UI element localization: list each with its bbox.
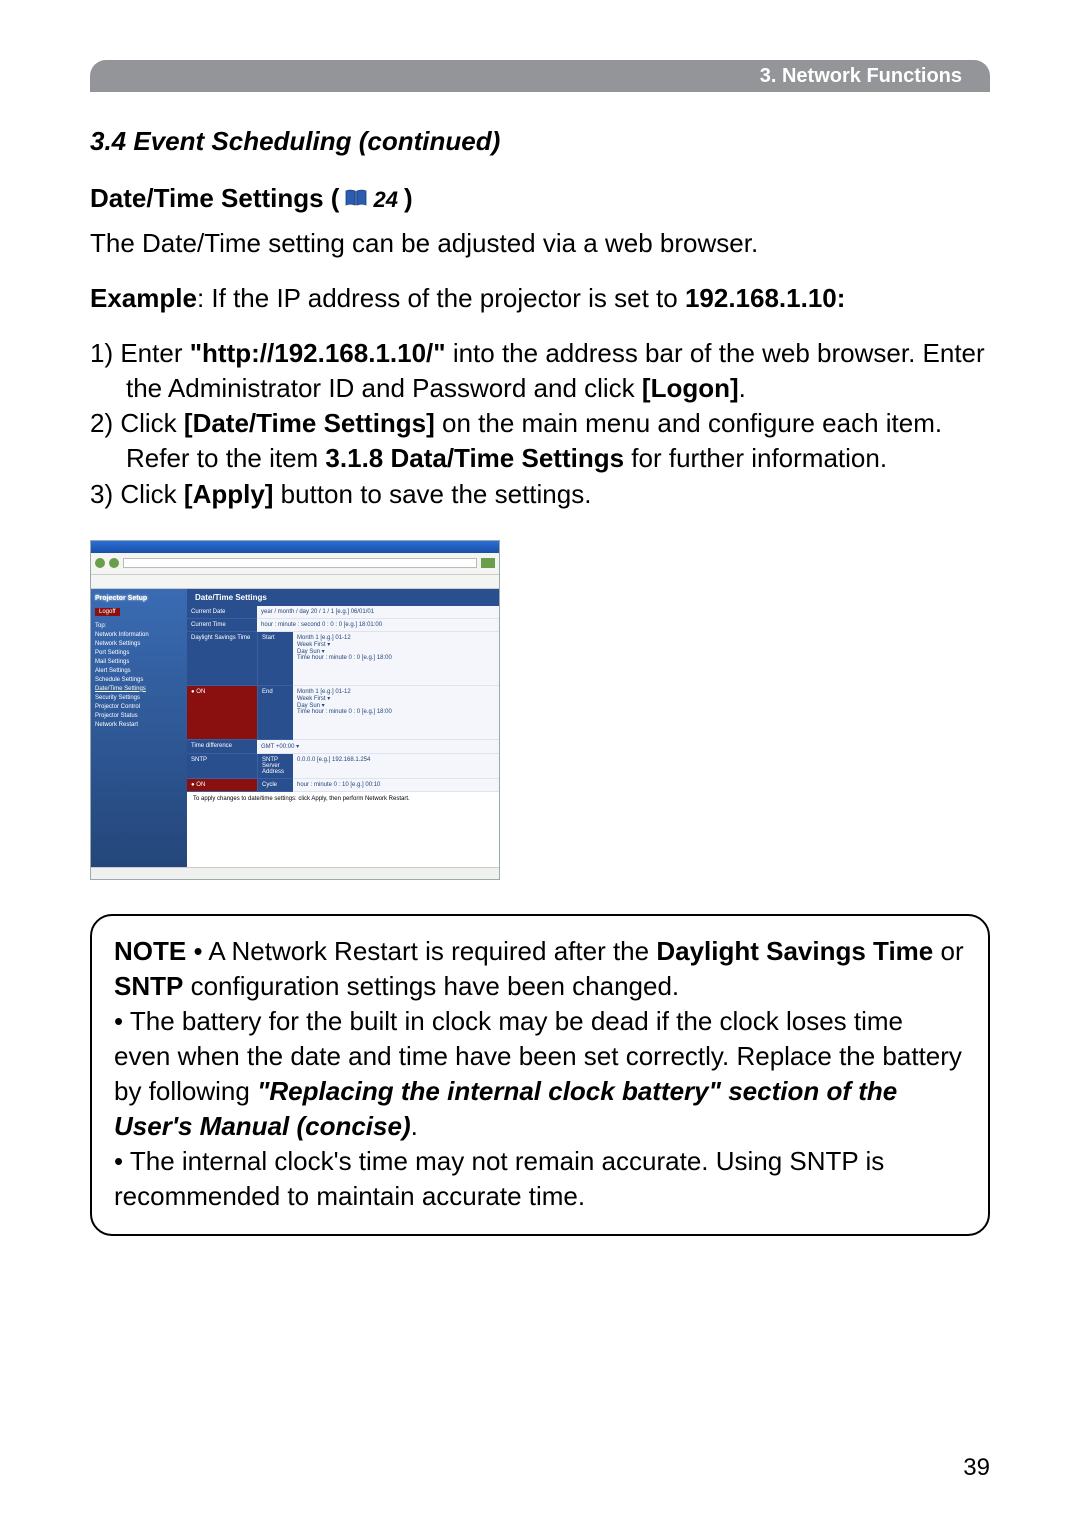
ss-side-item: Mail Settings bbox=[95, 659, 183, 665]
example-ip: 192.168.1.10: bbox=[685, 283, 845, 313]
page-reference: 24 bbox=[373, 187, 397, 213]
ss-label: Time difference bbox=[187, 740, 257, 754]
ss-side-item: Projector Control bbox=[95, 704, 183, 710]
subsection-prefix: Date/Time Settings ( bbox=[90, 183, 339, 214]
note3: • The internal clock's time may not rema… bbox=[114, 1146, 884, 1211]
ss-value: year / month / day 20 / 1 / 1 [e.g.] 06/… bbox=[257, 606, 499, 619]
ss-logoff: Logoff bbox=[95, 608, 120, 616]
ss-row: ● ONEndMonth 1 [e.g.] 01-12Week First ▾D… bbox=[187, 686, 499, 740]
step2-c: for further information. bbox=[624, 443, 887, 473]
step1-c: . bbox=[739, 373, 746, 403]
step1-a: 1) Enter bbox=[90, 338, 190, 368]
step-1: 1) Enter "http://192.168.1.10/" into the… bbox=[90, 336, 990, 406]
page-number: 39 bbox=[963, 1454, 990, 1482]
ss-side-item: Security Settings bbox=[95, 695, 183, 701]
ss-line: Day Sun ▾ bbox=[297, 702, 495, 709]
chapter-header: 3. Network Functions bbox=[90, 60, 990, 92]
ss-statusbar bbox=[91, 867, 499, 879]
ss-label: SNTP bbox=[187, 754, 257, 779]
ss-value: 0.0.0.0 [e.g.] 192.168.1.254 bbox=[293, 754, 499, 779]
step2-btn: [Date/Time Settings] bbox=[184, 408, 435, 438]
step2-ref: 3.1.8 Data/Time Settings bbox=[325, 443, 624, 473]
ss-line: Time hour : minute 0 : 0 [e.g.] 18:00 bbox=[297, 655, 495, 661]
ss-setup-title: Projector Setup bbox=[95, 595, 183, 602]
note1-c: or bbox=[933, 936, 963, 966]
step-3: 3) Click [Apply] button to save the sett… bbox=[90, 477, 990, 512]
note1-b: Daylight Savings Time bbox=[656, 936, 933, 966]
ss-line: Week First ▾ bbox=[297, 695, 495, 702]
ss-body: Projector Setup Logoff Top: Network Info… bbox=[91, 589, 499, 867]
note-box: NOTE • A Network Restart is required aft… bbox=[90, 914, 990, 1237]
ss-line: Week First ▾ bbox=[297, 641, 495, 648]
ss-row: SNTPSNTP Server Address0.0.0.0 [e.g.] 19… bbox=[187, 754, 499, 779]
section-title: 3.4 Event Scheduling (continued) bbox=[90, 126, 990, 157]
embedded-screenshot: Projector Setup Logoff Top: Network Info… bbox=[90, 540, 500, 880]
ss-row: ● ONCyclehour : minute 0 : 10 [e.g.] 00:… bbox=[187, 779, 499, 792]
ss-row: Daylight Savings TimeStartMonth 1 [e.g.]… bbox=[187, 632, 499, 686]
ss-toolbar bbox=[91, 553, 499, 575]
ss-side-item: Network Settings bbox=[95, 641, 183, 647]
ss-value: hour : minute : second 0 : 0 : 0 [e.g.] … bbox=[257, 619, 499, 632]
ss-value: hour : minute 0 : 10 [e.g.] 00:10 bbox=[293, 779, 499, 792]
ss-label: Daylight Savings Time bbox=[187, 632, 257, 686]
ss-label: Current Time bbox=[187, 619, 257, 632]
step-2: 2) Click [Date/Time Settings] on the mai… bbox=[90, 406, 990, 476]
ss-main: Date/Time Settings Current Dateyear / mo… bbox=[187, 589, 499, 867]
subsection-title: Date/Time Settings ( 24 ) bbox=[90, 183, 990, 214]
ss-side-item: Port Settings bbox=[95, 650, 183, 656]
ss-main-header: Date/Time Settings bbox=[187, 589, 499, 606]
ss-side-item: Network Information bbox=[95, 632, 183, 638]
ss-sublabel: End bbox=[257, 686, 293, 740]
note1-d: SNTP bbox=[114, 971, 183, 1001]
intro-text: The Date/Time setting can be adjusted vi… bbox=[90, 226, 990, 261]
ss-sublabel: SNTP Server Address bbox=[257, 754, 293, 779]
ss-row: Time differenceGMT +00:00 ▾ bbox=[187, 740, 499, 754]
step3-b: button to save the settings. bbox=[273, 479, 591, 509]
ss-line: Time hour : minute 0 : 0 [e.g.] 18:00 bbox=[297, 709, 495, 715]
step1-url: "http://192.168.1.10/" bbox=[190, 338, 446, 368]
step3-a: 3) Click bbox=[90, 479, 184, 509]
ss-value: Month 1 [e.g.] 01-12Week First ▾Day Sun … bbox=[293, 632, 499, 686]
ss-linkbar bbox=[91, 575, 499, 589]
ss-sublabel: Cycle bbox=[257, 779, 293, 792]
ss-label: Current Date bbox=[187, 606, 257, 619]
ss-sublabel: Start bbox=[257, 632, 293, 686]
subsection-suffix: ) bbox=[404, 183, 413, 214]
ss-row: Current Timehour : minute : second 0 : 0… bbox=[187, 619, 499, 632]
ss-side-item: Top: bbox=[95, 623, 183, 629]
ss-label-on: ● ON bbox=[187, 686, 257, 740]
example-label: Example bbox=[90, 283, 197, 313]
step2-a: 2) Click bbox=[90, 408, 184, 438]
example-before: : If the IP address of the projector is … bbox=[197, 283, 685, 313]
ss-side-item: Schedule Settings bbox=[95, 677, 183, 683]
step3-btn: [Apply] bbox=[184, 479, 274, 509]
ss-sidebar: Projector Setup Logoff Top: Network Info… bbox=[91, 589, 187, 867]
go-button bbox=[481, 558, 495, 568]
ss-side-item: Network Restart bbox=[95, 722, 183, 728]
note1-e: configuration settings have been changed… bbox=[183, 971, 679, 1001]
step1-btn: [Logon] bbox=[642, 373, 739, 403]
ss-label-on: ● ON bbox=[187, 779, 257, 792]
note1-a: • A Network Restart is required after th… bbox=[186, 936, 656, 966]
steps-list: 1) Enter "http://192.168.1.10/" into the… bbox=[90, 336, 990, 511]
ss-apply-note: To apply changes to date/time settings: … bbox=[187, 792, 499, 806]
ss-titlebar bbox=[91, 541, 499, 553]
ss-side-item: Alert Settings bbox=[95, 668, 183, 674]
book-icon bbox=[345, 189, 367, 207]
chapter-title: 3. Network Functions bbox=[760, 65, 962, 88]
ss-value: Month 1 [e.g.] 01-12Week First ▾Day Sun … bbox=[293, 686, 499, 740]
back-icon bbox=[95, 558, 105, 568]
ss-line: Day Sun ▾ bbox=[297, 648, 495, 655]
ss-value: GMT +00:00 ▾ bbox=[257, 740, 499, 754]
note-label: NOTE bbox=[114, 936, 186, 966]
ss-row: Current Dateyear / month / day 20 / 1 / … bbox=[187, 606, 499, 619]
fwd-icon bbox=[109, 558, 119, 568]
note2-c: . bbox=[411, 1111, 418, 1141]
address-bar bbox=[123, 558, 477, 568]
ss-side-item-selected: Date/Time Settings bbox=[95, 686, 183, 692]
ss-side-item: Projector Status bbox=[95, 713, 183, 719]
document-page: 3. Network Functions 3.4 Event Schedulin… bbox=[0, 0, 1080, 1526]
example-line: Example: If the IP address of the projec… bbox=[90, 281, 990, 316]
